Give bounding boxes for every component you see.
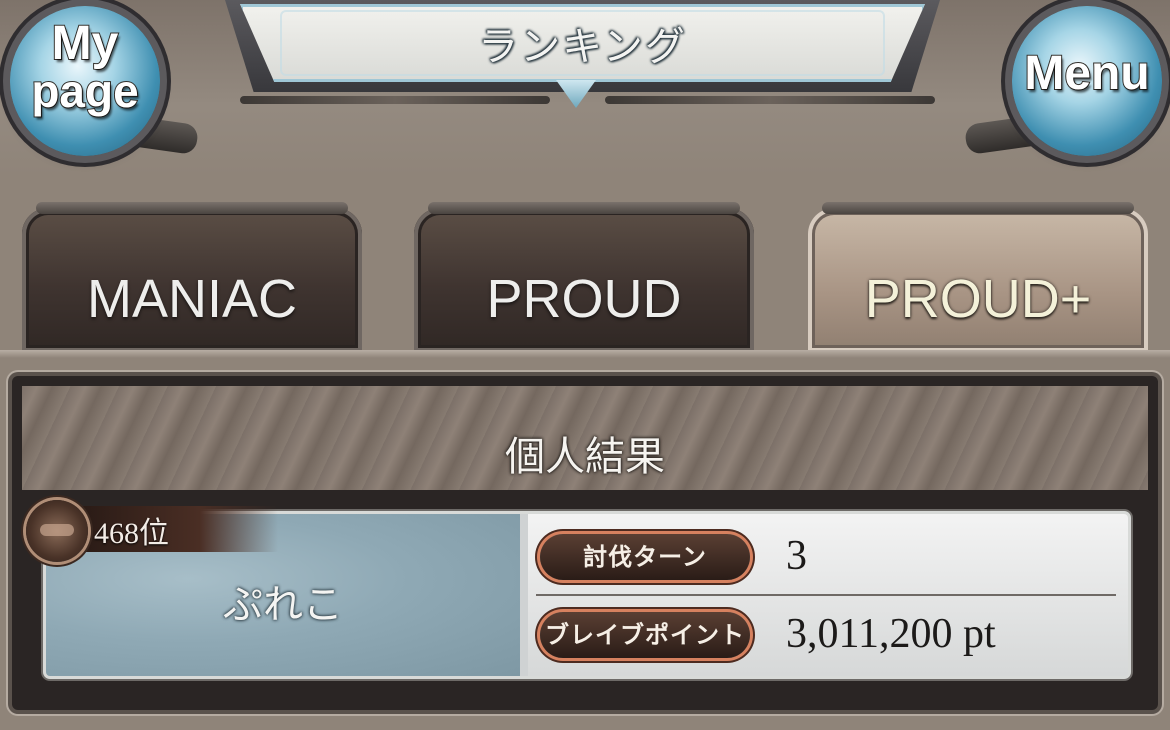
tab-proud[interactable]: PROUD (414, 202, 754, 352)
tab-proud-plus[interactable]: PROUD+ (808, 202, 1148, 352)
results-heading: 個人結果 (505, 434, 665, 480)
stat-label-turns: 討伐ターン (540, 534, 750, 580)
title-ornament-line-left (240, 96, 550, 104)
page-title: ランキング (478, 24, 687, 70)
stat-label-brave-points: ブレイブポイント (540, 612, 750, 658)
stat-value-turns: 3 (786, 533, 807, 579)
tab-maniac[interactable]: MANIAC (22, 202, 362, 352)
stat-value-brave-points: 3,011,200 pt (786, 611, 996, 657)
menu-button-label: Menu (1023, 46, 1150, 101)
header-bar: ランキング My page Menu (0, 0, 1170, 175)
rank-emblem-icon (26, 500, 88, 562)
mypage-button-label-line1: My (51, 16, 120, 71)
results-panel-header: 個人結果 (22, 386, 1148, 490)
player-name: ぷれこ (223, 582, 343, 628)
rank-text: 468位 (94, 517, 169, 550)
title-ornament-line-right (605, 96, 935, 104)
mypage-button-label-line2: page (30, 64, 139, 118)
tab-proud-plus-label: PROUD+ (864, 269, 1092, 329)
stat-divider (536, 594, 1116, 596)
stats-area: 討伐ターン 3 ブレイブポイント 3,011,200 pt (528, 514, 1128, 676)
tab-proud-label: PROUD (486, 269, 682, 329)
menu-button[interactable]: Menu (1012, 6, 1162, 156)
mypage-button[interactable]: My page (10, 6, 160, 156)
tab-underline (0, 350, 1170, 358)
tab-maniac-label: MANIAC (86, 269, 297, 329)
title-ornament-gem (556, 80, 596, 108)
